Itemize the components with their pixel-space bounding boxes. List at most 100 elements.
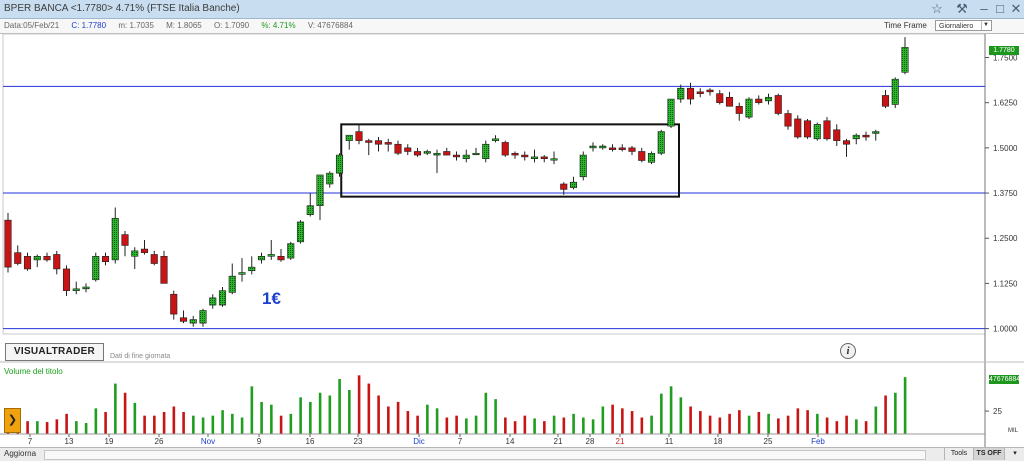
volume-bar bbox=[689, 406, 692, 434]
price-panel-frame bbox=[2, 33, 986, 335]
candle-down bbox=[384, 142, 392, 145]
candle-up bbox=[745, 98, 753, 118]
price-chart[interactable]: 1.00001.12501.25001.37501.50001.62501.75… bbox=[0, 0, 1024, 447]
volume-bar bbox=[75, 421, 78, 434]
candle-up bbox=[296, 221, 305, 243]
volume-bar bbox=[26, 421, 29, 434]
candle-down bbox=[23, 255, 32, 270]
candle-up bbox=[599, 145, 607, 149]
volume-unit-label: MIL bbox=[1008, 428, 1019, 434]
volume-bar bbox=[328, 395, 332, 434]
volume-bar bbox=[552, 415, 556, 434]
candle-up bbox=[579, 154, 587, 178]
candle-up bbox=[462, 154, 470, 159]
info-icon[interactable]: i bbox=[840, 343, 856, 359]
candle-down bbox=[774, 95, 782, 114]
candle-down bbox=[686, 87, 695, 100]
chart-window: BPER BANCA <1.7780> 4.71% (FTSE Italia B… bbox=[0, 0, 1024, 461]
data-source-note: Dati di fine giornata bbox=[110, 353, 171, 360]
volume-bar bbox=[767, 413, 770, 434]
volume-bar bbox=[465, 418, 468, 434]
volume-bar bbox=[494, 399, 497, 434]
volume-bar bbox=[786, 415, 790, 434]
tools-button[interactable]: Tools bbox=[944, 448, 973, 460]
volume-bar bbox=[825, 417, 829, 434]
candle-up bbox=[891, 78, 899, 105]
candle-down bbox=[628, 147, 636, 152]
volume-bar bbox=[162, 412, 166, 434]
volume-bar bbox=[669, 386, 673, 434]
candle-down bbox=[794, 118, 802, 138]
volume-bar bbox=[835, 421, 839, 434]
volume-bar bbox=[903, 377, 907, 434]
candle-up bbox=[218, 290, 227, 306]
volume-bar bbox=[153, 415, 156, 434]
candle-down bbox=[735, 105, 743, 114]
candle-down bbox=[511, 152, 519, 156]
candle-up bbox=[530, 156, 539, 159]
volume-bar bbox=[845, 415, 848, 434]
volume-bar bbox=[36, 421, 39, 434]
visualtrader-logo: VISUALTRADER bbox=[5, 343, 104, 361]
volume-bar bbox=[513, 421, 517, 434]
candle-up bbox=[482, 143, 490, 159]
volume-bar bbox=[143, 415, 146, 434]
candle-up bbox=[433, 152, 441, 156]
volume-bar bbox=[133, 402, 137, 434]
scroll-arrow-icon[interactable]: ▾ bbox=[1004, 448, 1024, 460]
chevron-right-icon: ❯ bbox=[7, 414, 18, 426]
volume-bar bbox=[114, 383, 117, 434]
candle-up bbox=[248, 266, 256, 272]
x-tick-label: 28 bbox=[586, 437, 595, 446]
candle-up bbox=[569, 181, 578, 188]
candle-up bbox=[550, 158, 558, 161]
candle-up bbox=[589, 145, 597, 149]
volume-bar bbox=[172, 406, 176, 434]
candle-up bbox=[189, 319, 197, 324]
volume-bar bbox=[484, 392, 488, 434]
candle-up bbox=[764, 96, 773, 102]
volume-bar bbox=[240, 417, 244, 434]
bottom-bar: Aggiorna Tools TS OFF ▾ bbox=[0, 447, 1024, 461]
volume-bar bbox=[806, 410, 809, 434]
volume-bar bbox=[874, 406, 878, 434]
price-tick-label: 1.1250 bbox=[993, 279, 1018, 288]
volume-bar bbox=[65, 413, 68, 434]
volume-bar bbox=[318, 392, 322, 434]
volume-bar bbox=[367, 383, 371, 434]
candle-up bbox=[316, 174, 324, 206]
candle-up bbox=[677, 87, 685, 100]
volume-bar bbox=[260, 401, 263, 434]
volume-bar bbox=[474, 415, 478, 434]
last-price-badge: 1.7780 bbox=[989, 46, 1019, 55]
volume-bar bbox=[348, 390, 351, 434]
x-tick-label: 18 bbox=[714, 437, 723, 446]
candle-up bbox=[901, 47, 909, 73]
volume-bar bbox=[504, 417, 507, 434]
volume-bar bbox=[591, 419, 595, 434]
candle-down bbox=[833, 129, 841, 141]
candle-down bbox=[121, 234, 129, 246]
volume-bar bbox=[192, 415, 195, 434]
volume-bar bbox=[864, 421, 868, 434]
volume-bar bbox=[377, 395, 380, 434]
horizontal-scrollbar[interactable] bbox=[44, 450, 926, 460]
x-tick-label: Dic bbox=[413, 437, 425, 446]
aggiorna-label[interactable]: Aggiorna bbox=[4, 448, 36, 460]
x-tick-label: 21 bbox=[554, 437, 563, 446]
candle-down bbox=[862, 134, 870, 138]
candle-down bbox=[365, 140, 373, 143]
expand-panel-tab[interactable]: ❯ bbox=[4, 408, 21, 433]
volume-bar bbox=[445, 417, 449, 434]
candle-up bbox=[813, 124, 821, 140]
x-tick-label: 16 bbox=[306, 437, 315, 446]
candle-down bbox=[716, 93, 724, 103]
volume-bar bbox=[679, 397, 683, 434]
volume-bar bbox=[816, 413, 819, 434]
candle-up bbox=[257, 255, 266, 261]
x-tick-label: 26 bbox=[155, 437, 164, 446]
ts-off-button[interactable]: TS OFF bbox=[973, 448, 1004, 460]
volume-bar bbox=[387, 406, 390, 434]
candle-down bbox=[101, 255, 110, 263]
candle-up bbox=[657, 131, 665, 154]
